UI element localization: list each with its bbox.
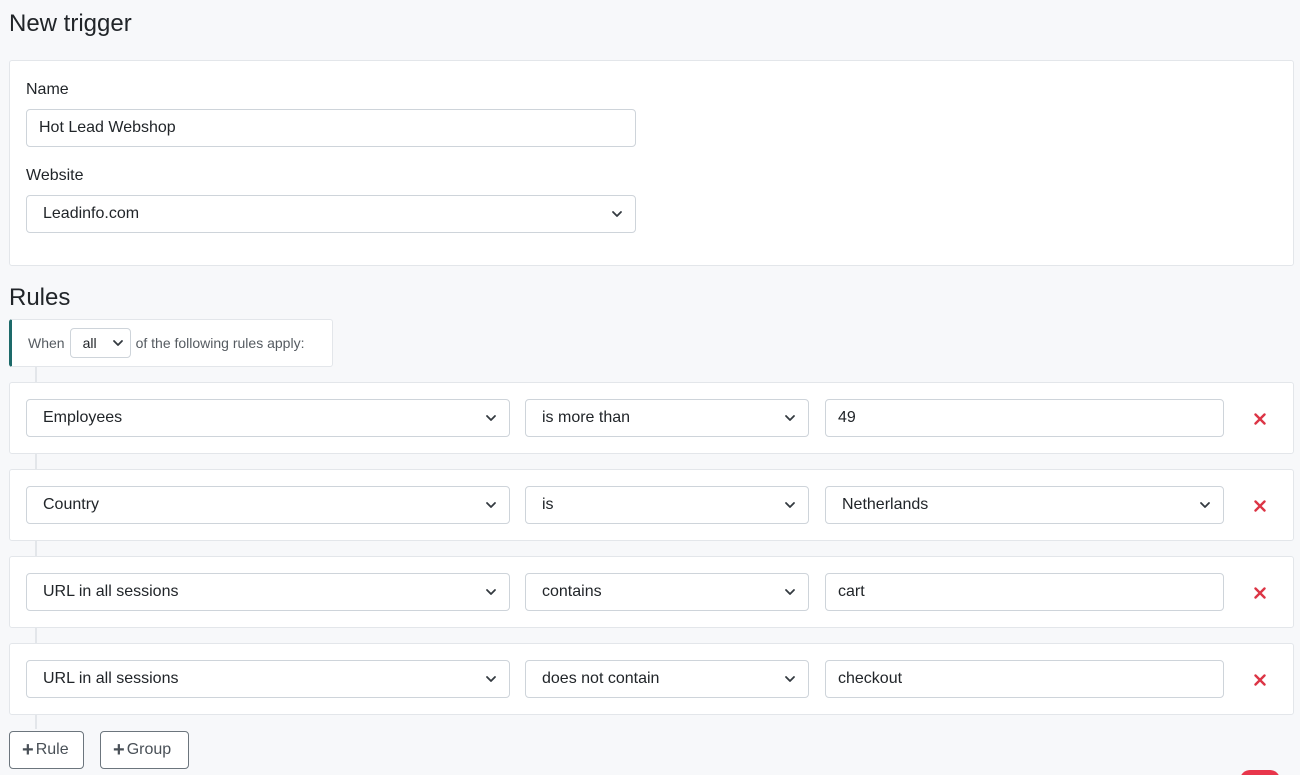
rule-value-text: cart <box>838 583 865 600</box>
rule-row: URL in all sessions does not contain che… <box>9 643 1294 715</box>
chevron-down-icon <box>784 673 796 685</box>
rule-field-value: URL in all sessions <box>43 670 179 687</box>
close-icon <box>1254 674 1266 686</box>
rule-value-select[interactable]: Netherlands <box>825 486 1224 524</box>
chevron-down-icon <box>485 499 497 511</box>
website-select[interactable]: Leadinfo.com <box>26 195 636 233</box>
add-rule-button[interactable]: + Rule <box>9 731 84 769</box>
close-icon <box>1254 413 1266 425</box>
match-suffix: of the following rules apply: <box>135 335 305 351</box>
add-group-label: Group <box>126 741 172 758</box>
rule-row: Employees is more than 49 <box>9 382 1294 454</box>
website-label: Website <box>26 167 84 184</box>
rule-operator-select[interactable]: contains <box>525 573 809 611</box>
match-prefix: When <box>28 335 65 351</box>
delete-rule-button[interactable] <box>1250 496 1270 516</box>
match-mode-value: all <box>82 335 97 351</box>
rules-title: Rules <box>9 284 71 311</box>
rule-value-input[interactable]: cart <box>825 573 1224 611</box>
rule-row: Country is Netherlands <box>9 469 1294 541</box>
match-condition: When all of the following rules apply: <box>9 319 333 367</box>
general-card: Name Hot Lead Webshop Website Leadinfo.c… <box>9 60 1294 266</box>
chevron-down-icon <box>611 208 623 220</box>
chevron-down-icon <box>485 673 497 685</box>
rule-field-select[interactable]: URL in all sessions <box>26 660 510 698</box>
plus-icon: + <box>22 739 34 761</box>
add-rule-label: Rule <box>35 741 69 758</box>
match-mode-select[interactable]: all <box>69 328 131 358</box>
rule-value-input[interactable]: checkout <box>825 660 1224 698</box>
rule-value-text: checkout <box>838 670 903 687</box>
rule-field-select[interactable]: Country <box>26 486 510 524</box>
page-title: New trigger <box>9 10 132 37</box>
rule-operator-select[interactable]: does not contain <box>525 660 809 698</box>
delete-rule-button[interactable] <box>1250 409 1270 429</box>
close-icon <box>1254 500 1266 512</box>
chevron-down-icon <box>485 412 497 424</box>
website-select-value: Leadinfo.com <box>43 205 140 222</box>
rule-row: URL in all sessions contains cart <box>9 556 1294 628</box>
name-input-value: Hot Lead Webshop <box>39 119 176 136</box>
chevron-down-icon <box>485 586 497 598</box>
chevron-down-icon <box>784 586 796 598</box>
rule-field-select[interactable]: URL in all sessions <box>26 573 510 611</box>
rule-field-value: URL in all sessions <box>43 583 179 600</box>
rule-field-value: Country <box>43 496 100 513</box>
rule-field-value: Employees <box>43 409 123 426</box>
rule-value-input[interactable]: 49 <box>825 399 1224 437</box>
chevron-down-icon <box>784 499 796 511</box>
plus-icon: + <box>113 739 125 761</box>
name-label: Name <box>26 81 69 98</box>
rule-operator-value: is more than <box>542 409 631 426</box>
rule-operator-select[interactable]: is more than <box>525 399 809 437</box>
rule-operator-value: does not contain <box>542 670 660 687</box>
add-group-button[interactable]: + Group <box>100 731 189 769</box>
chat-widget-button[interactable] <box>1240 770 1280 775</box>
rule-field-select[interactable]: Employees <box>26 399 510 437</box>
rule-value-text: Netherlands <box>842 496 929 513</box>
chevron-down-icon <box>1199 499 1211 511</box>
name-input[interactable]: Hot Lead Webshop <box>26 109 636 147</box>
trigger-editor-page: New trigger Name Hot Lead Webshop Websit… <box>0 0 1300 775</box>
close-icon <box>1254 587 1266 599</box>
rule-operator-select[interactable]: is <box>525 486 809 524</box>
rule-operator-value: is <box>542 496 554 513</box>
chevron-down-icon <box>112 337 124 349</box>
rule-operator-value: contains <box>542 583 602 600</box>
chevron-down-icon <box>784 412 796 424</box>
delete-rule-button[interactable] <box>1250 583 1270 603</box>
delete-rule-button[interactable] <box>1250 670 1270 690</box>
rule-value-text: 49 <box>838 409 856 426</box>
